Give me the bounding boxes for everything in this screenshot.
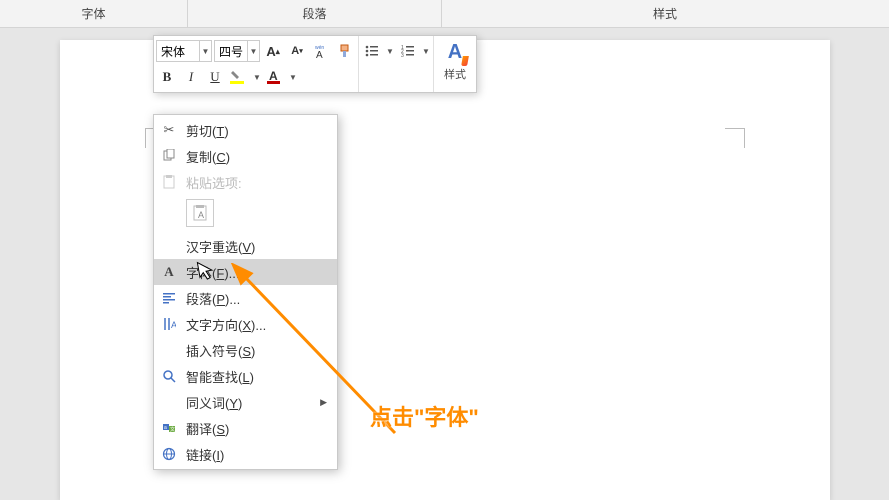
font-name-combo[interactable]: 宋体 ▼ [156, 40, 212, 62]
svg-text:A: A [316, 50, 323, 59]
phonetic-guide-button[interactable]: wénA [310, 40, 332, 62]
menu-item-reconvert[interactable]: 汉字重选(V) [154, 233, 337, 259]
chevron-down-icon[interactable]: ▼ [252, 66, 262, 88]
ribbon-group-labels: 字体 段落 样式 [0, 0, 889, 28]
bullets-button[interactable] [361, 40, 383, 62]
margin-corner-top-right [725, 128, 745, 148]
chevron-down-icon[interactable]: ▼ [385, 40, 395, 62]
font-size-value: 四号 [215, 43, 247, 60]
font-icon: A [160, 263, 178, 281]
paste-options-row: A [154, 195, 337, 233]
shrink-font-button[interactable]: A▾ [286, 40, 308, 62]
paste-icon [160, 173, 178, 191]
annotation-text: 点击"字体" [370, 400, 479, 432]
chevron-down-icon[interactable]: ▼ [247, 41, 259, 61]
menu-item-copy[interactable]: 复制(C) [154, 143, 337, 169]
menu-item-insert-symbol[interactable]: 插入符号(S) [154, 337, 337, 363]
menu-item-cut[interactable]: ✂ 剪切(T) [154, 117, 337, 143]
menu-item-font[interactable]: A 字体(F)... [154, 259, 337, 285]
mini-toolbar: 宋体 ▼ 四号 ▼ A▴ A▾ wénA B I U ▼ [153, 35, 477, 93]
font-name-value: 宋体 [157, 43, 199, 60]
menu-item-paragraph[interactable]: 段落(P)... [154, 285, 337, 311]
font-color-button[interactable]: A [264, 66, 286, 88]
menu-item-synonyms[interactable]: 同义词(Y) ▶ [154, 389, 337, 415]
mouse-cursor-icon [196, 259, 218, 284]
translate-icon: a文 [160, 419, 178, 437]
paragraph-icon [160, 289, 178, 307]
chevron-down-icon[interactable]: ▼ [199, 41, 211, 61]
menu-item-smart-lookup[interactable]: 智能查找(L) [154, 363, 337, 389]
copy-icon [160, 147, 178, 165]
submenu-arrow-icon: ▶ [320, 397, 327, 408]
styles-label: 样式 [444, 66, 466, 82]
svg-text:文: 文 [170, 426, 175, 433]
ribbon-group-paragraph: 段落 [188, 0, 442, 27]
font-size-combo[interactable]: 四号 ▼ [214, 40, 260, 62]
styles-icon: A [448, 41, 462, 64]
paste-option-keep-text[interactable]: A [186, 199, 214, 227]
ribbon-group-styles: 样式 [442, 0, 888, 27]
chevron-down-icon[interactable]: ▼ [421, 40, 431, 62]
ribbon-group-font: 字体 [0, 0, 188, 27]
link-icon [160, 445, 178, 463]
numbering-button[interactable]: 123 [397, 40, 419, 62]
cut-icon: ✂ [160, 121, 178, 139]
highlight-button[interactable] [228, 66, 250, 88]
search-icon [160, 367, 178, 385]
menu-item-link[interactable]: 链接(I) [154, 441, 337, 467]
chevron-down-icon[interactable]: ▼ [288, 66, 298, 88]
text-direction-icon: A [160, 315, 178, 333]
svg-text:3: 3 [401, 53, 404, 59]
menu-item-paste-heading: 粘贴选项: [154, 169, 337, 195]
grow-font-button[interactable]: A▴ [262, 40, 284, 62]
underline-button[interactable]: U [204, 66, 226, 88]
svg-text:A: A [171, 320, 176, 330]
format-painter-button[interactable] [334, 40, 356, 62]
svg-text:a: a [164, 425, 167, 431]
menu-item-translate[interactable]: a文 翻译(S) [154, 415, 337, 441]
styles-button[interactable]: A 样式 [434, 36, 476, 86]
bold-button[interactable]: B [156, 66, 178, 88]
menu-item-text-direction[interactable]: A 文字方向(X)... [154, 311, 337, 337]
context-menu: ✂ 剪切(T) 复制(C) 粘贴选项: A 汉字重选(V) A 字体(F)...… [153, 114, 338, 470]
italic-button[interactable]: I [180, 66, 202, 88]
svg-text:A: A [269, 69, 278, 83]
svg-text:A: A [198, 210, 204, 220]
